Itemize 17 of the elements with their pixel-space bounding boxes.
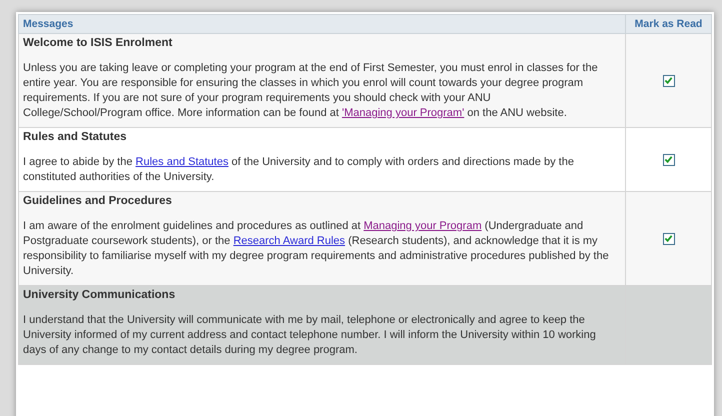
message-title: University Communications bbox=[23, 289, 176, 301]
message-text: I understand that the University will communicate with me by mail, telephone or electronically and agree to keep the University informed of my current address and contact telephone number. I will inform the University within 10 working days of any change to my contact details during my degree program. bbox=[23, 313, 597, 358]
message-title: Guidelines and Procedures bbox=[23, 195, 173, 207]
message-text: I am aware of the enrolment guidelines and procedures as outlined at Managing your Program (Undergraduate and Postgraduate coursework students), or the Research Award Rules (Research students), and acknowledge that it is my responsibility to familiarise myself with my degree program requirements and administrative procedures published by the University. bbox=[23, 219, 610, 279]
message-title: Welcome to ISIS Enrolment bbox=[23, 37, 174, 49]
link[interactable]: Managing your Program bbox=[364, 220, 482, 232]
message-text: I agree to abide by the Rules and Statutes of the University and to comply with orders and directions made by the constituted authorities of the University. bbox=[23, 155, 575, 185]
column-header: Messages bbox=[22, 17, 74, 32]
message-text: Unless you are taking leave or completing your program at the end of First Semester, you must enrol in classes for the entire year. You are responsible for ensuring the classes in which you enrol will count towards your degree program requirements. If you are not sure of your program requirements you should check with your ANU College/School/Program office. More information can be found at 'Managing your Program' on the ANU website. bbox=[23, 61, 599, 121]
column-header: Mark as Read bbox=[625, 15, 711, 33]
message-title: Rules and Statutes bbox=[23, 131, 128, 143]
link[interactable]: Research Award Rules bbox=[233, 235, 346, 247]
checkbox[interactable] bbox=[662, 154, 674, 166]
checkbox[interactable] bbox=[662, 232, 674, 244]
checkbox[interactable] bbox=[662, 74, 674, 86]
link[interactable]: 'Managing your Program' bbox=[342, 107, 464, 119]
link[interactable]: Rules and Statutes bbox=[136, 156, 228, 168]
